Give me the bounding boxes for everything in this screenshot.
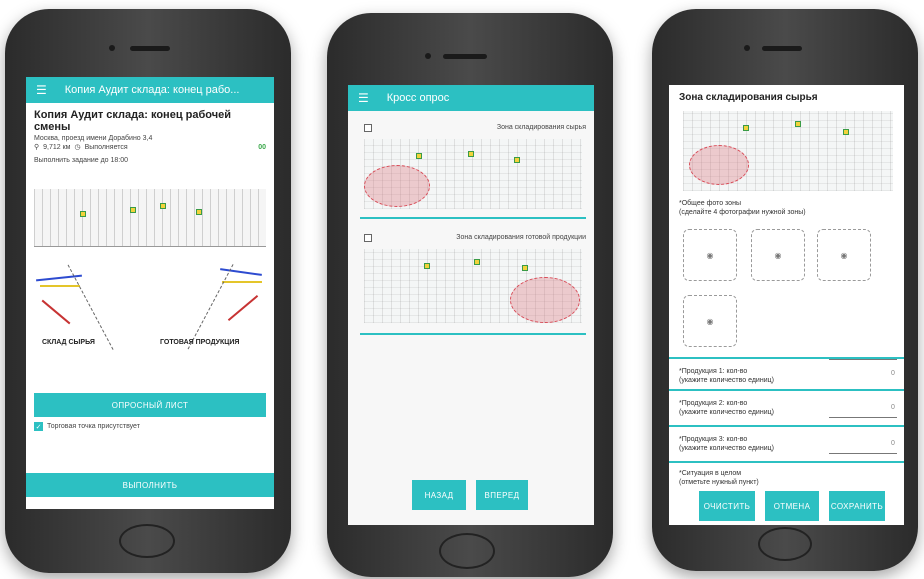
location-pin-icon: ⚲ xyxy=(34,144,40,151)
task-address: Москва, проезд имени Дорабино 3,4 xyxy=(34,135,153,142)
status-badge: 00 xyxy=(258,143,266,151)
q2-label: *Продукция 2: кол-во xyxy=(679,400,748,407)
zone-raw-label: Зона складирования сырья xyxy=(496,124,586,131)
q4-label: *Ситуация в целом xyxy=(679,470,742,477)
zone-finished-checkbox[interactable] xyxy=(364,234,372,242)
camera-icon xyxy=(425,53,431,59)
survey-button[interactable]: ОПРОСНЫЙ ЛИСТ xyxy=(34,393,266,417)
divider-line-left xyxy=(67,264,115,350)
zone-card-finished[interactable]: Зона складирования готовой продукции xyxy=(360,231,586,335)
screen-zone-form: Зона складирования сырья *Общее фото зон… xyxy=(669,85,904,525)
zone-finished-illustration xyxy=(364,249,582,323)
home-button xyxy=(439,533,495,569)
zone-finished-highlight xyxy=(510,277,580,323)
app-bar-title: Копия Аудит склада: конец рабо... xyxy=(64,84,240,96)
zone-raw-checkbox[interactable] xyxy=(364,124,372,132)
task-status: Выполняется xyxy=(84,143,128,151)
forward-button[interactable]: ВПЕРЕД xyxy=(476,480,528,510)
photo-label: *Общее фото зоны xyxy=(679,200,741,207)
clear-button[interactable]: ОЧИСТИТЬ xyxy=(699,491,755,521)
menu-icon[interactable]: ☰ xyxy=(358,91,369,105)
camera-icon xyxy=(109,45,115,51)
home-button xyxy=(758,527,812,561)
q2-hint: (укажите количество единиц) xyxy=(679,409,774,416)
app-bar-title: Кросс опрос xyxy=(386,92,450,104)
zone-raw-illustration xyxy=(364,139,582,209)
zone-finished-label: Зона складирования готовой продукции xyxy=(456,234,586,241)
illustration-building xyxy=(34,189,266,247)
present-checkbox[interactable]: ✓ xyxy=(34,422,43,431)
camera-icon: ◉ xyxy=(774,250,782,260)
floor-marking-left-yellow xyxy=(40,285,80,287)
q3-label: *Продукция 3: кол-во xyxy=(679,436,748,443)
camera-icon: ◉ xyxy=(706,316,714,326)
photo-hint: (сделайте 4 фотографии нужной зоны) xyxy=(679,209,806,216)
screen-task-details: ☰ Копия Аудит склада: конец рабо... Копи… xyxy=(26,77,274,509)
phone-frame-3: Зона складирования сырья *Общее фото зон… xyxy=(652,9,918,571)
zone-card-raw[interactable]: Зона складирования сырья xyxy=(360,121,586,221)
app-bar: ☰ Копия Аудит склада: конец рабо... xyxy=(26,77,274,103)
speaker-grille xyxy=(762,46,802,51)
camera-icon: ◉ xyxy=(706,250,714,260)
photo-slot-4[interactable]: ◉ xyxy=(683,295,737,347)
warehouse-illustration: СКЛАД СЫРЬЯ ГОТОВАЯ ПРОДУКЦИЯ xyxy=(34,189,266,361)
q1-hint: (укажите количество единиц) xyxy=(679,377,774,384)
q1-label: *Продукция 1: кол-во xyxy=(679,368,748,375)
photo-slot-3[interactable]: ◉ xyxy=(817,229,871,281)
speaker-grille xyxy=(443,54,487,59)
screen-cross-survey: ☰ Кросс опрос Зона складирования сырья З… xyxy=(348,85,594,525)
phone-frame-2: ☰ Кросс опрос Зона складирования сырья З… xyxy=(327,13,613,577)
cancel-button[interactable]: ОТМЕНА xyxy=(765,491,819,521)
task-deadline: Выполнить задание до 18:00 xyxy=(34,157,129,164)
app-bar: ☰ Кросс опрос xyxy=(348,85,594,111)
photo-slot-2[interactable]: ◉ xyxy=(751,229,805,281)
speaker-grille xyxy=(130,46,170,51)
zone-label-raw: СКЛАД СЫРЬЯ xyxy=(42,339,95,346)
complete-button[interactable]: ВЫПОЛНИТЬ xyxy=(26,473,274,497)
zone-raw-highlight xyxy=(364,165,430,207)
task-heading: Копия Аудит склада: конец рабочей смены xyxy=(34,109,231,133)
divider-line-right xyxy=(187,264,235,350)
q2-input[interactable]: 0 xyxy=(891,403,895,412)
zone-title: Зона складирования сырья xyxy=(679,92,818,103)
zone-label-finished: ГОТОВАЯ ПРОДУКЦИЯ xyxy=(160,339,240,346)
floor-marking-left-red xyxy=(41,299,71,325)
floor-marking-right-yellow xyxy=(222,281,262,283)
home-button xyxy=(119,524,175,558)
present-checkbox-label: Торговая точка присутствует xyxy=(47,423,140,430)
camera-icon: ◉ xyxy=(840,250,848,260)
floor-marking-right-red xyxy=(227,295,259,321)
save-button[interactable]: СОХРАНИТЬ xyxy=(829,491,885,521)
q4-hint: (отметьте нужный пункт) xyxy=(679,479,759,486)
zone-illustration xyxy=(683,111,893,191)
phone-frame-1: ☰ Копия Аудит склада: конец рабо... Копи… xyxy=(5,9,291,573)
q1-input[interactable]: 0 xyxy=(891,369,895,378)
photo-slot-1[interactable]: ◉ xyxy=(683,229,737,281)
q3-input[interactable]: 0 xyxy=(891,439,895,448)
zone-highlight xyxy=(689,145,749,185)
q3-hint: (укажите количество единиц) xyxy=(679,445,774,452)
camera-icon xyxy=(744,45,750,51)
task-distance: 9,712 км xyxy=(43,143,71,151)
clock-icon: ◷ xyxy=(74,144,81,151)
menu-icon[interactable]: ☰ xyxy=(36,83,47,97)
back-button[interactable]: НАЗАД xyxy=(412,480,466,510)
